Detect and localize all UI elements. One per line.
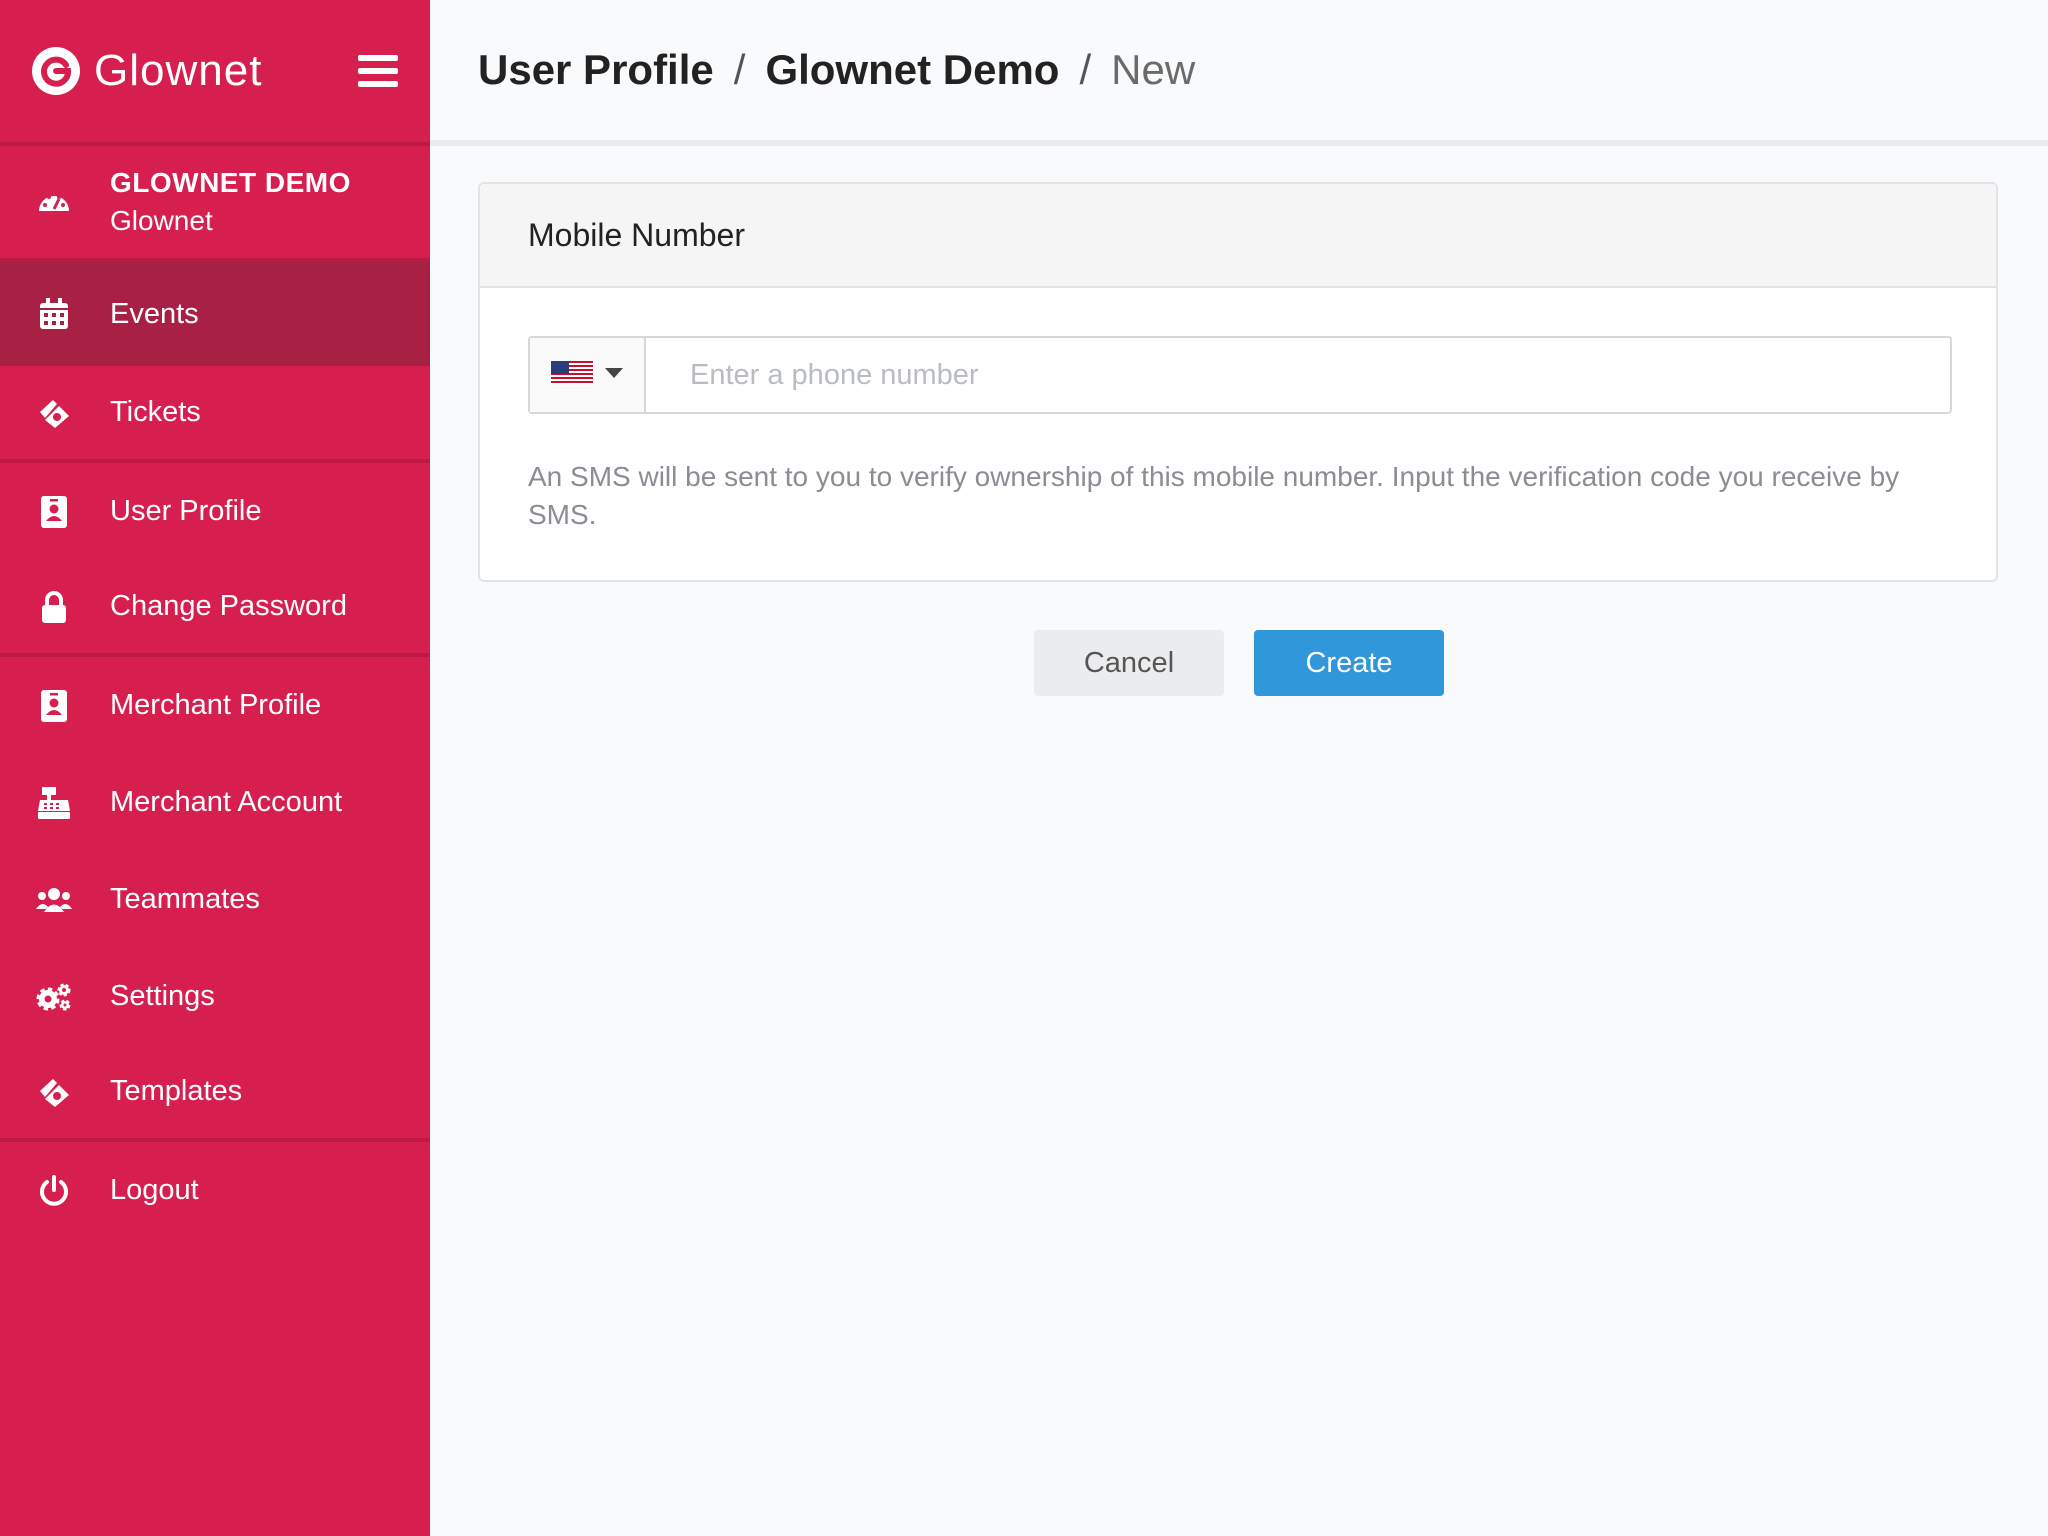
ticket-icon [36, 1074, 72, 1110]
brand-bar: Glownet [0, 0, 430, 146]
us-flag-icon [551, 360, 593, 390]
card-title: Mobile Number [480, 184, 1996, 288]
breadcrumb-user-profile[interactable]: User Profile [478, 46, 714, 94]
gears-icon [36, 979, 72, 1015]
breadcrumb-separator: / [733, 46, 746, 93]
org-name: GLOWNET DEMO [110, 167, 351, 198]
id-badge-icon [36, 494, 72, 530]
sidebar-item-label: Settings [110, 980, 215, 1012]
glownet-logo-icon [32, 47, 80, 95]
sidebar-item-tickets[interactable]: Tickets [0, 366, 430, 463]
sidebar-item-org[interactable]: GLOWNET DEMO Glownet [0, 146, 430, 262]
sidebar-item-templates[interactable]: Templates [0, 1045, 430, 1142]
country-selector[interactable] [530, 338, 646, 412]
sidebar-item-change-password[interactable]: Change Password [0, 560, 430, 657]
sms-help-text: An SMS will be sent to you to verify own… [528, 461, 1900, 530]
sidebar-item-events[interactable]: Events [0, 262, 430, 366]
phone-number-input[interactable] [646, 338, 1950, 412]
breadcrumb-glownet-demo[interactable]: Glownet Demo [765, 46, 1059, 94]
calendar-icon [36, 296, 72, 332]
cash-register-icon [36, 785, 72, 821]
sidebar-nav: GLOWNET DEMO Glownet Events Tickets User… [0, 146, 430, 1239]
breadcrumb: User Profile / Glownet Demo / New [430, 0, 2048, 146]
sidebar: Glownet GLOWNET DEMO Glownet Events Tick… [0, 0, 430, 1536]
sidebar-item-label: Merchant Profile [110, 689, 322, 721]
cancel-button[interactable]: Cancel [1034, 630, 1224, 696]
sidebar-item-merchant-account[interactable]: Merchant Account [0, 754, 430, 851]
sidebar-item-logout[interactable]: Logout [0, 1142, 430, 1239]
phone-field [528, 336, 1952, 414]
mobile-number-card: Mobile Number An SMS will be sent to you… [478, 182, 1998, 582]
lock-icon [36, 589, 72, 625]
sidebar-item-label: Teammates [110, 883, 260, 915]
sidebar-item-settings[interactable]: Settings [0, 948, 430, 1045]
breadcrumb-current: New [1111, 46, 1196, 93]
sidebar-item-teammates[interactable]: Teammates [0, 851, 430, 948]
create-button[interactable]: Create [1254, 630, 1444, 696]
sidebar-item-label: Change Password [110, 590, 347, 622]
sidebar-item-label: Events [110, 297, 199, 330]
dashboard-gauge-icon [36, 184, 72, 220]
brand-name: Glownet [94, 46, 263, 95]
id-badge-icon [36, 688, 72, 724]
ticket-icon [36, 395, 72, 431]
sidebar-item-label: Tickets [110, 396, 201, 428]
sidebar-item-label: Merchant Account [110, 786, 343, 818]
sidebar-item-merchant-profile[interactable]: Merchant Profile [0, 657, 430, 754]
users-icon [36, 882, 72, 918]
breadcrumb-separator: / [1079, 46, 1092, 93]
sidebar-item-user-profile[interactable]: User Profile [0, 463, 430, 560]
power-icon [36, 1173, 72, 1209]
sidebar-item-label: Templates [110, 1075, 243, 1107]
sidebar-item-label: User Profile [110, 495, 262, 527]
sidebar-item-label: Logout [110, 1174, 199, 1206]
chevron-down-icon [605, 366, 623, 384]
menu-toggle-button[interactable] [358, 55, 398, 87]
org-subtitle: Glownet [110, 205, 213, 236]
